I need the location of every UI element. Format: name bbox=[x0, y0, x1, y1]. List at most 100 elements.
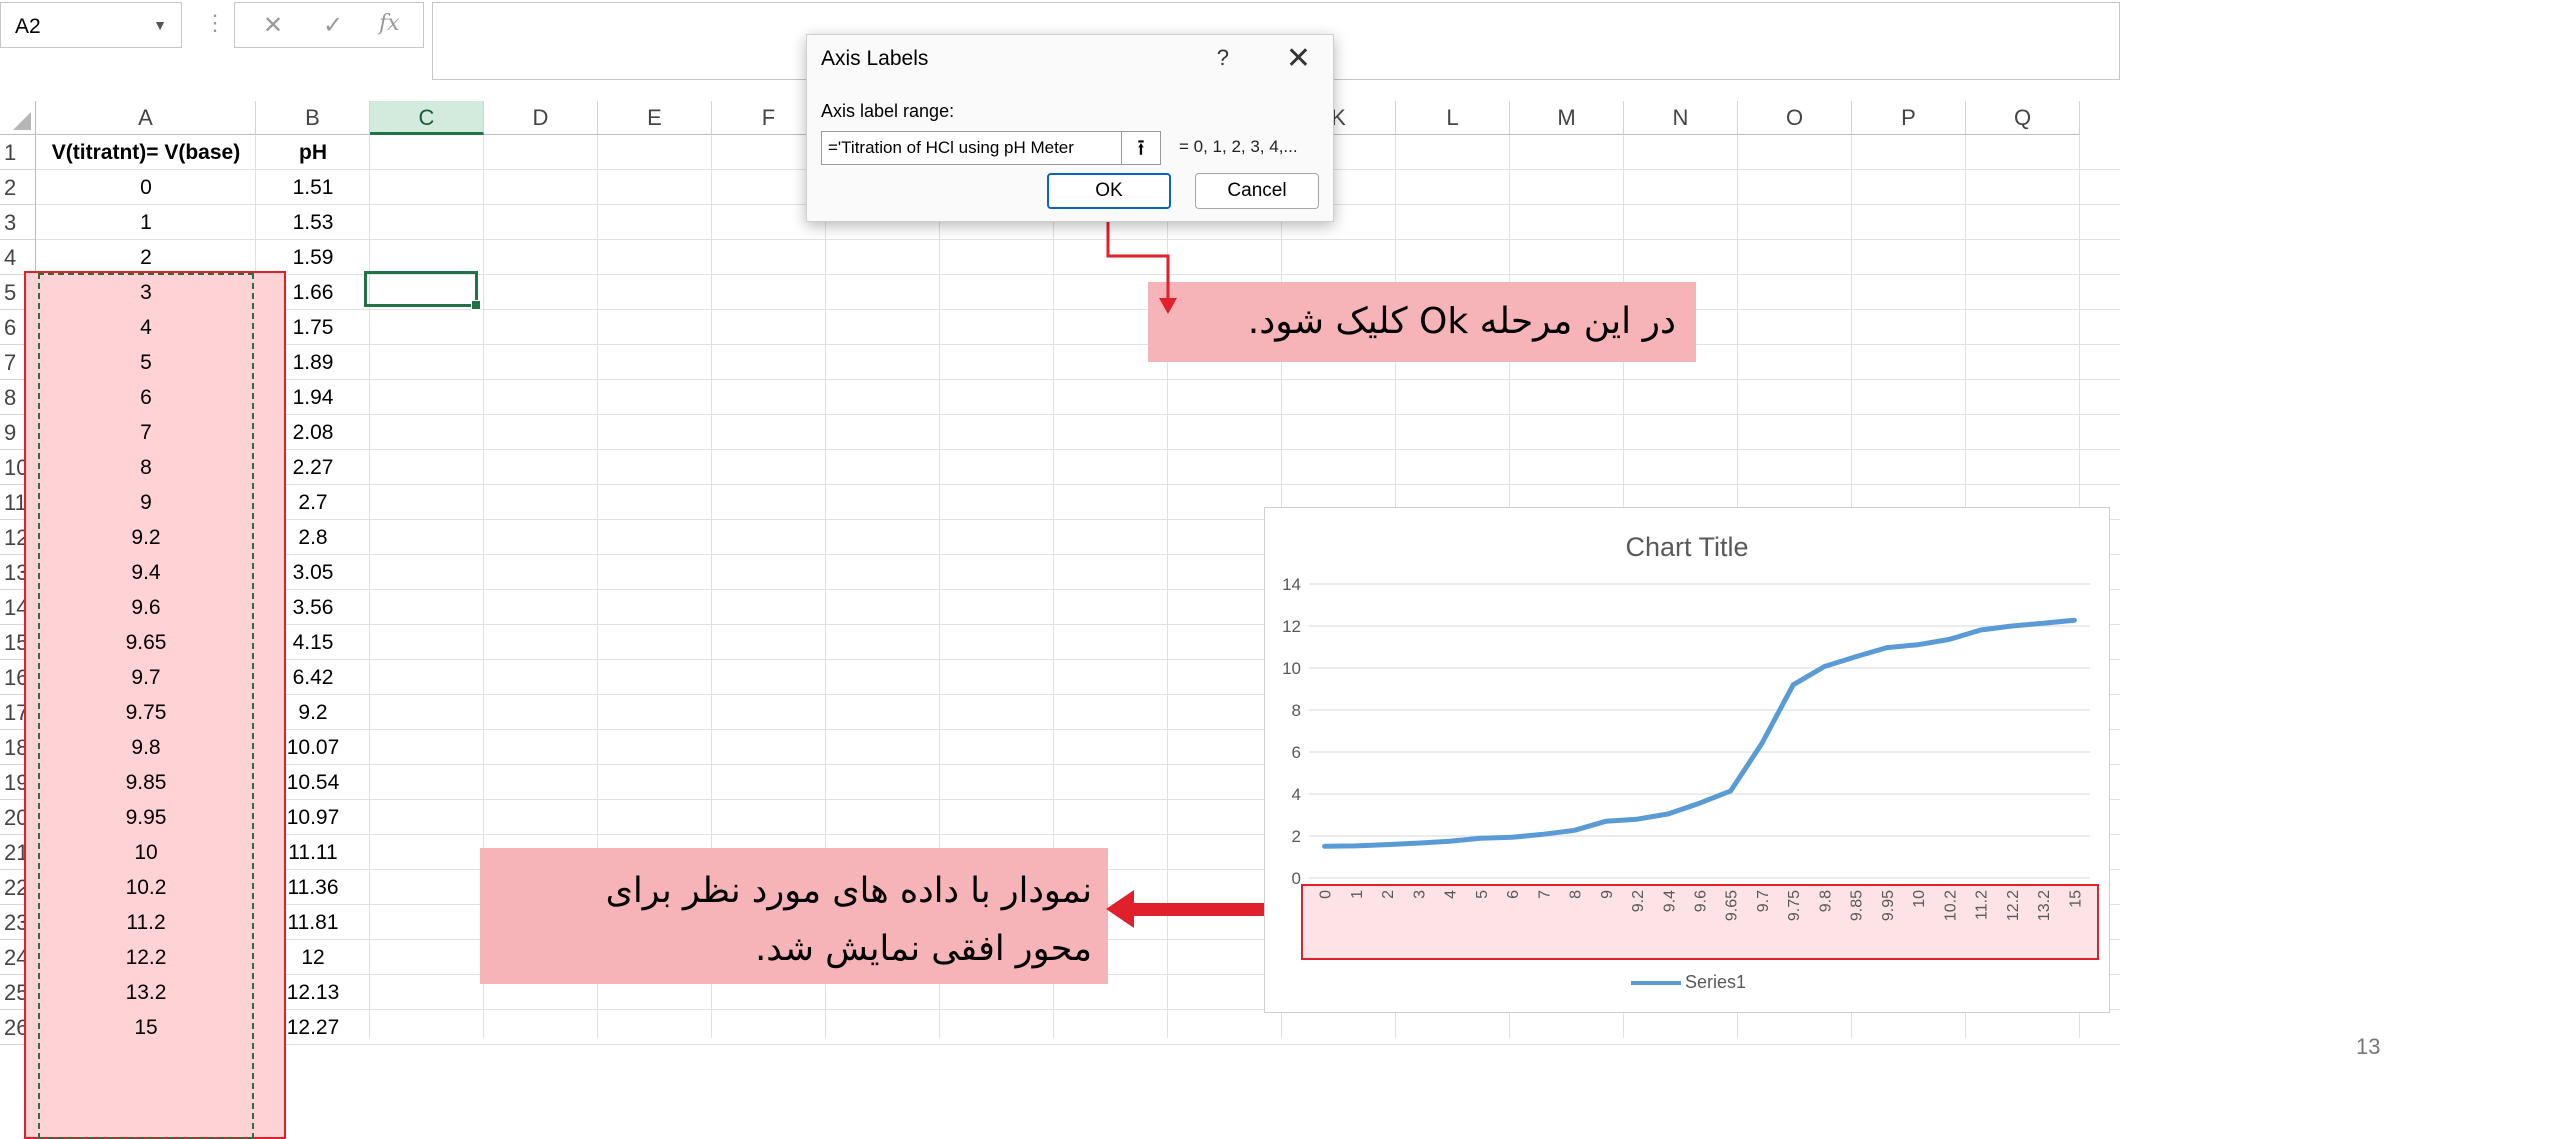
x-tick-label: 9.8 bbox=[1817, 890, 1834, 912]
row-header-2[interactable]: 2 bbox=[0, 170, 36, 205]
x-tick-label: 15 bbox=[2067, 890, 2084, 908]
series-line[interactable] bbox=[1322, 617, 2077, 849]
row-header-4[interactable]: 4 bbox=[0, 240, 36, 275]
cell-a25[interactable]: 13.2 bbox=[36, 975, 256, 1010]
cell-b14[interactable]: 3.56 bbox=[256, 590, 370, 625]
axis-label-range-input[interactable]: ='Titration of HCl using pH Meter bbox=[821, 131, 1131, 165]
active-cell[interactable] bbox=[364, 271, 481, 310]
cell-b6[interactable]: 1.75 bbox=[256, 310, 370, 345]
column-header-a[interactable]: A bbox=[36, 101, 256, 135]
insert-function-icon[interactable]: 𝑓𝑥 bbox=[379, 11, 400, 36]
cell-a16[interactable]: 9.7 bbox=[36, 660, 256, 695]
cell-b11[interactable]: 2.7 bbox=[256, 485, 370, 520]
ok-button[interactable]: OK bbox=[1047, 173, 1171, 209]
cell-a5[interactable]: 3 bbox=[36, 275, 256, 310]
cell-a19[interactable]: 9.85 bbox=[36, 765, 256, 800]
cell-b23[interactable]: 11.81 bbox=[256, 905, 370, 940]
series-point bbox=[1978, 627, 1983, 632]
cell-a22[interactable]: 10.2 bbox=[36, 870, 256, 905]
cell-a24[interactable]: 12.2 bbox=[36, 940, 256, 975]
cell-a26[interactable]: 15 bbox=[36, 1010, 256, 1045]
x-tick-label: 10 bbox=[1911, 890, 1928, 908]
cell-b22[interactable]: 11.36 bbox=[256, 870, 370, 905]
series-point bbox=[1853, 654, 1858, 659]
cell-b4[interactable]: 1.59 bbox=[256, 240, 370, 275]
y-tick-label: 6 bbox=[1292, 743, 1301, 762]
line-chart[interactable]: Chart Title 0 2 4 6 8 10 12 14 0 1 2 3 4 5 6 7 8 9 9.2 9.4 9… bbox=[1264, 507, 2110, 1013]
column-header-o[interactable]: O bbox=[1738, 101, 1852, 135]
cell-b2[interactable]: 1.51 bbox=[256, 170, 370, 205]
cell-b13[interactable]: 3.05 bbox=[256, 555, 370, 590]
column-header-d[interactable]: D bbox=[484, 101, 598, 135]
series-point bbox=[1322, 844, 1327, 849]
cell-a3[interactable]: 1 bbox=[36, 205, 256, 240]
cell-a23[interactable]: 11.2 bbox=[36, 905, 256, 940]
axis-labels-dialog[interactable]: Axis Labels ? ✕ Axis label range: ='Titr… bbox=[806, 34, 1334, 222]
cell-a12[interactable]: 9.2 bbox=[36, 520, 256, 555]
cell-a11[interactable]: 9 bbox=[36, 485, 256, 520]
series-point bbox=[2009, 624, 2014, 628]
column-header-m[interactable]: M bbox=[1510, 101, 1624, 135]
row-header-1[interactable]: 1 bbox=[0, 135, 36, 170]
cell-a6[interactable]: 4 bbox=[36, 310, 256, 345]
cell-b1-header[interactable]: pH bbox=[256, 135, 370, 170]
cell-b17[interactable]: 9.2 bbox=[256, 695, 370, 730]
cell-a7[interactable]: 5 bbox=[36, 345, 256, 380]
cell-a18[interactable]: 9.8 bbox=[36, 730, 256, 765]
cell-b19[interactable]: 10.54 bbox=[256, 765, 370, 800]
cell-b18[interactable]: 10.07 bbox=[256, 730, 370, 765]
cell-a2[interactable]: 0 bbox=[36, 170, 256, 205]
name-box[interactable]: A2 ▼ bbox=[0, 2, 182, 48]
cell-b10[interactable]: 2.27 bbox=[256, 450, 370, 485]
grid-vline bbox=[1167, 135, 1168, 1038]
column-header-e[interactable]: E bbox=[598, 101, 712, 135]
select-all-corner[interactable] bbox=[0, 101, 36, 135]
cancel-icon[interactable]: ✕ bbox=[263, 11, 283, 40]
column-header-c[interactable]: C bbox=[370, 101, 484, 135]
cell-a9[interactable]: 7 bbox=[36, 415, 256, 450]
column-header-n[interactable]: N bbox=[1624, 101, 1738, 135]
cell-a1-header[interactable]: V(titratnt)= V(base) bbox=[36, 135, 256, 170]
callout-ok-step: در این مرحله Ok کلیک شود. bbox=[1148, 282, 1696, 362]
cell-b8[interactable]: 1.94 bbox=[256, 380, 370, 415]
cell-a21[interactable]: 10 bbox=[36, 835, 256, 870]
column-header-l[interactable]: L bbox=[1396, 101, 1510, 135]
chart-legend[interactable]: Series1 bbox=[1631, 972, 1746, 993]
cell-b9[interactable]: 2.08 bbox=[256, 415, 370, 450]
row-header-3[interactable]: 3 bbox=[0, 205, 36, 240]
cell-a8[interactable]: 6 bbox=[36, 380, 256, 415]
cell-b26[interactable]: 12.27 bbox=[256, 1010, 370, 1045]
cell-b20[interactable]: 10.97 bbox=[256, 800, 370, 835]
column-header-b[interactable]: B bbox=[256, 101, 370, 135]
cancel-button[interactable]: Cancel bbox=[1195, 173, 1319, 209]
y-tick-label: 12 bbox=[1282, 617, 1301, 636]
cell-b3[interactable]: 1.53 bbox=[256, 205, 370, 240]
chevron-down-icon[interactable]: ▼ bbox=[153, 17, 167, 33]
cell-b24[interactable]: 12 bbox=[256, 940, 370, 975]
formula-bar-buttons: ✕ ✓ 𝑓𝑥 bbox=[234, 2, 424, 48]
cell-a15[interactable]: 9.65 bbox=[36, 625, 256, 660]
cell-a20[interactable]: 9.95 bbox=[36, 800, 256, 835]
column-header-p[interactable]: P bbox=[1852, 101, 1966, 135]
close-icon[interactable]: ✕ bbox=[1286, 41, 1311, 76]
x-tick-label: 2 bbox=[1380, 890, 1397, 899]
cell-b16[interactable]: 6.42 bbox=[256, 660, 370, 695]
column-header-q[interactable]: Q bbox=[1966, 101, 2080, 135]
cell-a17[interactable]: 9.75 bbox=[36, 695, 256, 730]
cell-b21[interactable]: 11.11 bbox=[256, 835, 370, 870]
cell-a13[interactable]: 9.4 bbox=[36, 555, 256, 590]
enter-icon[interactable]: ✓ bbox=[323, 11, 343, 40]
cell-a4[interactable]: 2 bbox=[36, 240, 256, 275]
help-icon[interactable]: ? bbox=[1217, 45, 1229, 71]
cell-a10[interactable]: 8 bbox=[36, 450, 256, 485]
series-point bbox=[1697, 801, 1702, 806]
cell-b25[interactable]: 12.13 bbox=[256, 975, 370, 1010]
cell-b12[interactable]: 2.8 bbox=[256, 520, 370, 555]
cell-b5[interactable]: 1.66 bbox=[256, 275, 370, 310]
cell-b7[interactable]: 1.89 bbox=[256, 345, 370, 380]
collapse-dialog-icon[interactable]: ⭱ bbox=[1121, 131, 1161, 165]
x-tick-label: 4 bbox=[1443, 890, 1460, 899]
cell-b15[interactable]: 4.15 bbox=[256, 625, 370, 660]
x-tick-label: 5 bbox=[1474, 890, 1491, 899]
cell-a14[interactable]: 9.6 bbox=[36, 590, 256, 625]
